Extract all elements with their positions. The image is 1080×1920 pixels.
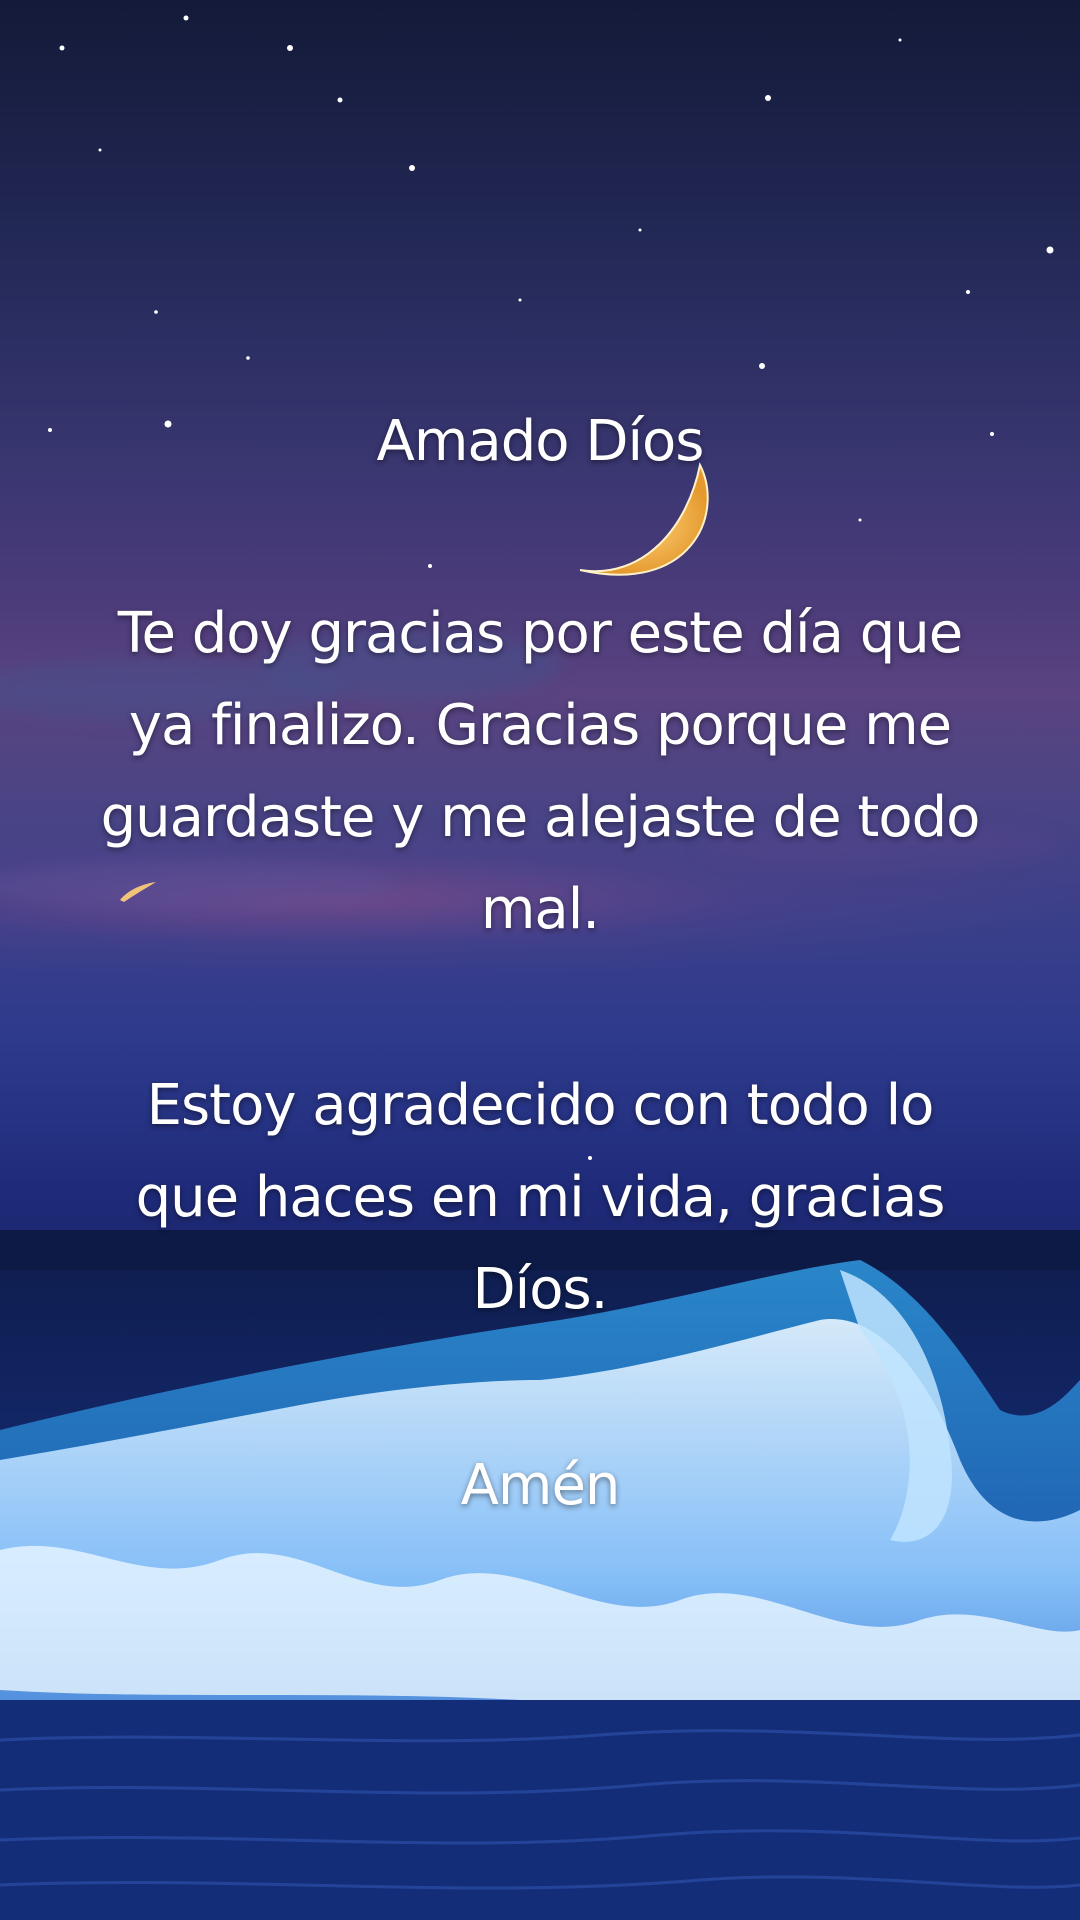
prayer-paragraph-2: Estoy agradecido con todo lo que haces e… — [40, 1060, 1040, 1336]
prayer-closing: Amén — [40, 1440, 1040, 1532]
closing-text: Amén — [460, 1453, 621, 1518]
paragraph-line: que haces en mi vida, gracias — [135, 1165, 946, 1230]
paragraph-line: Te doy gracias por este día que — [117, 601, 963, 666]
paragraph-line: Díos. — [472, 1257, 609, 1322]
title-text: Amado Díos — [376, 409, 705, 474]
prayer-paragraph-1: Te doy gracias por este día que ya final… — [40, 588, 1040, 956]
paragraph-line: ya finalizo. Gracias porque me — [128, 693, 952, 758]
paragraph-line: mal. — [480, 877, 600, 942]
paragraph-line: Estoy agradecido con todo lo — [146, 1073, 935, 1138]
prayer-image: Amado Díos Te doy gracias por este día q… — [0, 0, 1080, 1920]
prayer-title: Amado Díos — [40, 396, 1040, 488]
paragraph-line: guardaste y me alejaste de todo — [100, 785, 981, 850]
